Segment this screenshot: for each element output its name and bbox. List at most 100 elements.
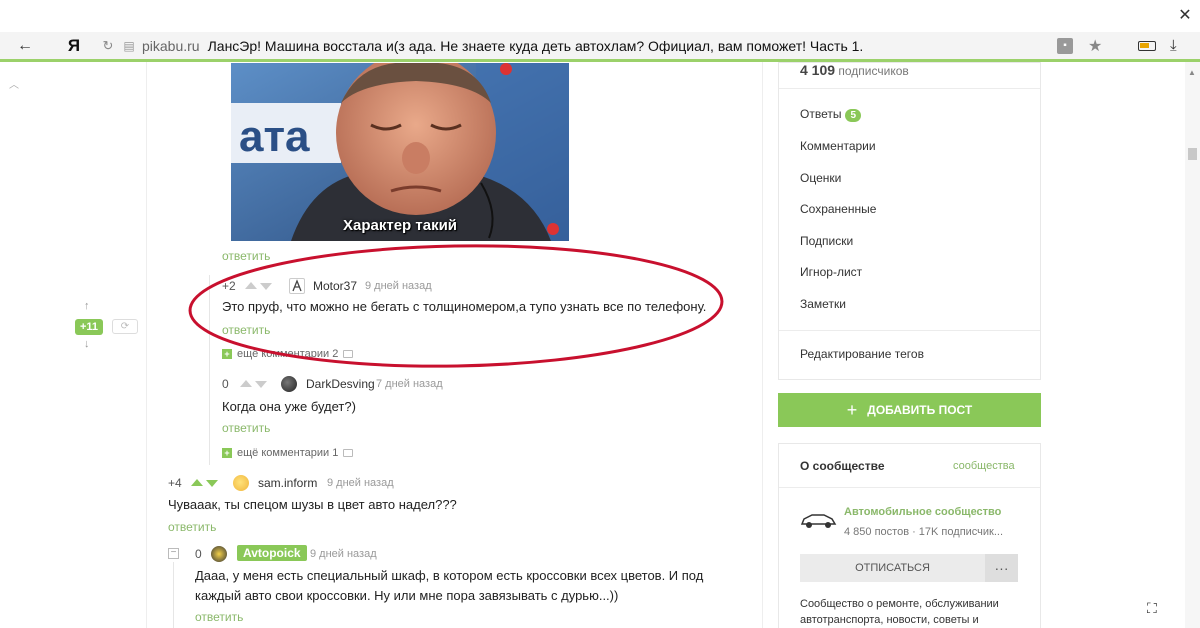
avatar[interactable]: [281, 376, 297, 392]
yandex-logo[interactable]: Я: [60, 32, 88, 60]
more-options-button[interactable]: ···: [985, 554, 1018, 582]
reply-link[interactable]: ответить: [195, 610, 243, 624]
avatar[interactable]: [289, 278, 305, 294]
comment-author[interactable]: Motor37: [313, 279, 357, 293]
bookmark-star-icon[interactable]: ★: [1088, 36, 1102, 56]
avatar[interactable]: [211, 546, 227, 562]
scrollbar-thumb[interactable]: [1188, 148, 1197, 160]
lock-icon[interactable]: ▪: [1057, 38, 1073, 54]
menu-item-saved[interactable]: Сохраненные: [800, 202, 876, 216]
menu-item-comments[interactable]: Комментарии: [800, 139, 876, 153]
motor-avatar-icon: [292, 279, 302, 292]
subscribers-label: подписчиков: [838, 64, 909, 78]
meme-photo: ата: [231, 63, 569, 241]
battery-icon: [1138, 41, 1156, 51]
page-scrollbar[interactable]: [1185, 62, 1200, 628]
thread-line: [209, 275, 210, 465]
menu-item-ignore-list[interactable]: Игнор-лист: [800, 265, 862, 279]
collapse-thread-icon[interactable]: −: [168, 548, 179, 559]
post-downvote-icon[interactable]: ↓: [84, 338, 90, 350]
comment-rating: 0: [195, 547, 202, 561]
subscribers-count: 4 109 подписчиков: [800, 62, 909, 78]
divider: [779, 330, 1040, 331]
comment-rating: 0: [222, 377, 229, 391]
car-icon: [800, 514, 837, 528]
expand-plus-icon: +: [222, 448, 232, 458]
reply-link[interactable]: ответить: [222, 249, 270, 263]
comment-author[interactable]: sam.inform: [258, 476, 317, 490]
avatar[interactable]: [233, 475, 249, 491]
communities-link[interactable]: сообщества: [953, 460, 1015, 472]
vote-arrows: [191, 479, 218, 487]
community-section-title: О сообществе: [800, 459, 885, 473]
edit-tags-link[interactable]: Редактирование тегов: [800, 347, 924, 361]
divider: [779, 487, 1040, 488]
menu-item-label: Ответы: [800, 107, 842, 121]
upvote-icon[interactable]: [245, 282, 257, 289]
menu-item-ratings[interactable]: Оценки: [800, 171, 841, 185]
comment-author[interactable]: DarkDesving: [306, 377, 375, 391]
reply-link[interactable]: ответить: [168, 520, 216, 534]
page-icon: ▤: [123, 38, 135, 53]
content-left-border: [146, 62, 147, 628]
reply-link[interactable]: ответить: [222, 421, 270, 435]
meme-caption: Характер такий: [343, 217, 458, 234]
vote-arrows: [240, 380, 267, 388]
answers-count-badge: 5: [845, 109, 862, 122]
menu-item-answers[interactable]: Ответы 5: [800, 107, 862, 122]
comment-text: Дааа, у меня есть специальный шкаф, в ко…: [195, 568, 704, 603]
comment-rating: +2: [222, 279, 236, 293]
close-icon[interactable]: ✕: [1170, 0, 1200, 30]
scroll-up-chevron-icon[interactable]: ︿: [9, 76, 19, 91]
address-domain[interactable]: pikabu.ru: [142, 38, 200, 54]
comment-bubble-icon: [343, 449, 354, 457]
reply-link[interactable]: ответить: [222, 323, 270, 337]
expand-plus-icon: +: [222, 349, 232, 359]
upvote-icon[interactable]: [191, 479, 203, 486]
downvote-icon[interactable]: [206, 480, 218, 487]
scroll-up-arrow-icon[interactable]: ▲: [1188, 68, 1196, 77]
more-comments-link[interactable]: + ещё комментарии 2: [222, 348, 354, 360]
vote-arrows: [245, 282, 272, 290]
community-name[interactable]: Автомобильное сообщество: [844, 506, 1001, 518]
download-icon[interactable]: ⤓: [1170, 37, 1177, 54]
upvote-icon[interactable]: [240, 380, 252, 387]
add-post-button[interactable]: + ДОБАВИТЬ ПОСТ: [778, 393, 1041, 427]
comment-time[interactable]: 7 дней назад: [376, 378, 443, 390]
menu-item-subscriptions[interactable]: Подписки: [800, 234, 853, 248]
paint-bucket-icon[interactable]: ⛶: [1147, 600, 1157, 617]
reload-icon[interactable]: ↻: [98, 38, 118, 54]
address-page-title[interactable]: ЛансЭр! Машина восстала и(з ада. Не знае…: [208, 38, 864, 54]
comment-bubble-icon: [343, 350, 354, 358]
community-stats: 4 850 постов · 17K подписчик...: [844, 526, 1004, 538]
window-titlebar: ✕: [0, 0, 1200, 32]
divider: [779, 88, 1040, 89]
browser-toolbar: ← Я ↻ ▤ pikabu.ru ЛансЭр! Машина восстал…: [0, 32, 1200, 62]
refresh-rating-icon[interactable]: ⟳: [112, 319, 138, 334]
thread-line: [173, 562, 174, 628]
downvote-icon[interactable]: [260, 283, 272, 290]
post-upvote-icon[interactable]: ↑: [84, 300, 90, 312]
unsubscribe-button[interactable]: ОТПИСАТЬСЯ: [800, 554, 985, 582]
comment-time[interactable]: 9 дней назад: [327, 477, 394, 489]
content-right-border: [762, 62, 763, 628]
plus-icon: +: [846, 399, 858, 420]
back-arrow-icon[interactable]: ←: [10, 32, 40, 60]
svg-text:ата: ата: [239, 112, 310, 161]
menu-item-notes[interactable]: Заметки: [800, 297, 846, 311]
comment-text: Это пруф, что можно не бегать с толщином…: [222, 299, 707, 314]
more-comments-label: ещё комментарии 1: [237, 447, 339, 459]
comment-time[interactable]: 9 дней назад: [310, 548, 377, 560]
downvote-icon[interactable]: [255, 381, 267, 388]
community-description: Сообщество о ремонте, обслуживании автот…: [800, 598, 999, 626]
post-rating-badge: +11: [75, 319, 104, 335]
more-comments-label: ещё комментарии 2: [237, 348, 339, 360]
comment-rating: +4: [168, 476, 182, 490]
comment-image[interactable]: ата Характер такий: [231, 63, 569, 241]
comment-text: Чуваaaк, ты спецом шузы в цвет авто наде…: [168, 497, 457, 512]
add-post-label: ДОБАВИТЬ ПОСТ: [867, 403, 973, 417]
more-comments-link[interactable]: + ещё комментарии 1: [222, 447, 354, 459]
comment-time[interactable]: 9 дней назад: [365, 280, 432, 292]
comment-author-op-badge[interactable]: Avtopoick: [237, 545, 307, 561]
comment-text: Когда она уже будет?): [222, 399, 356, 414]
